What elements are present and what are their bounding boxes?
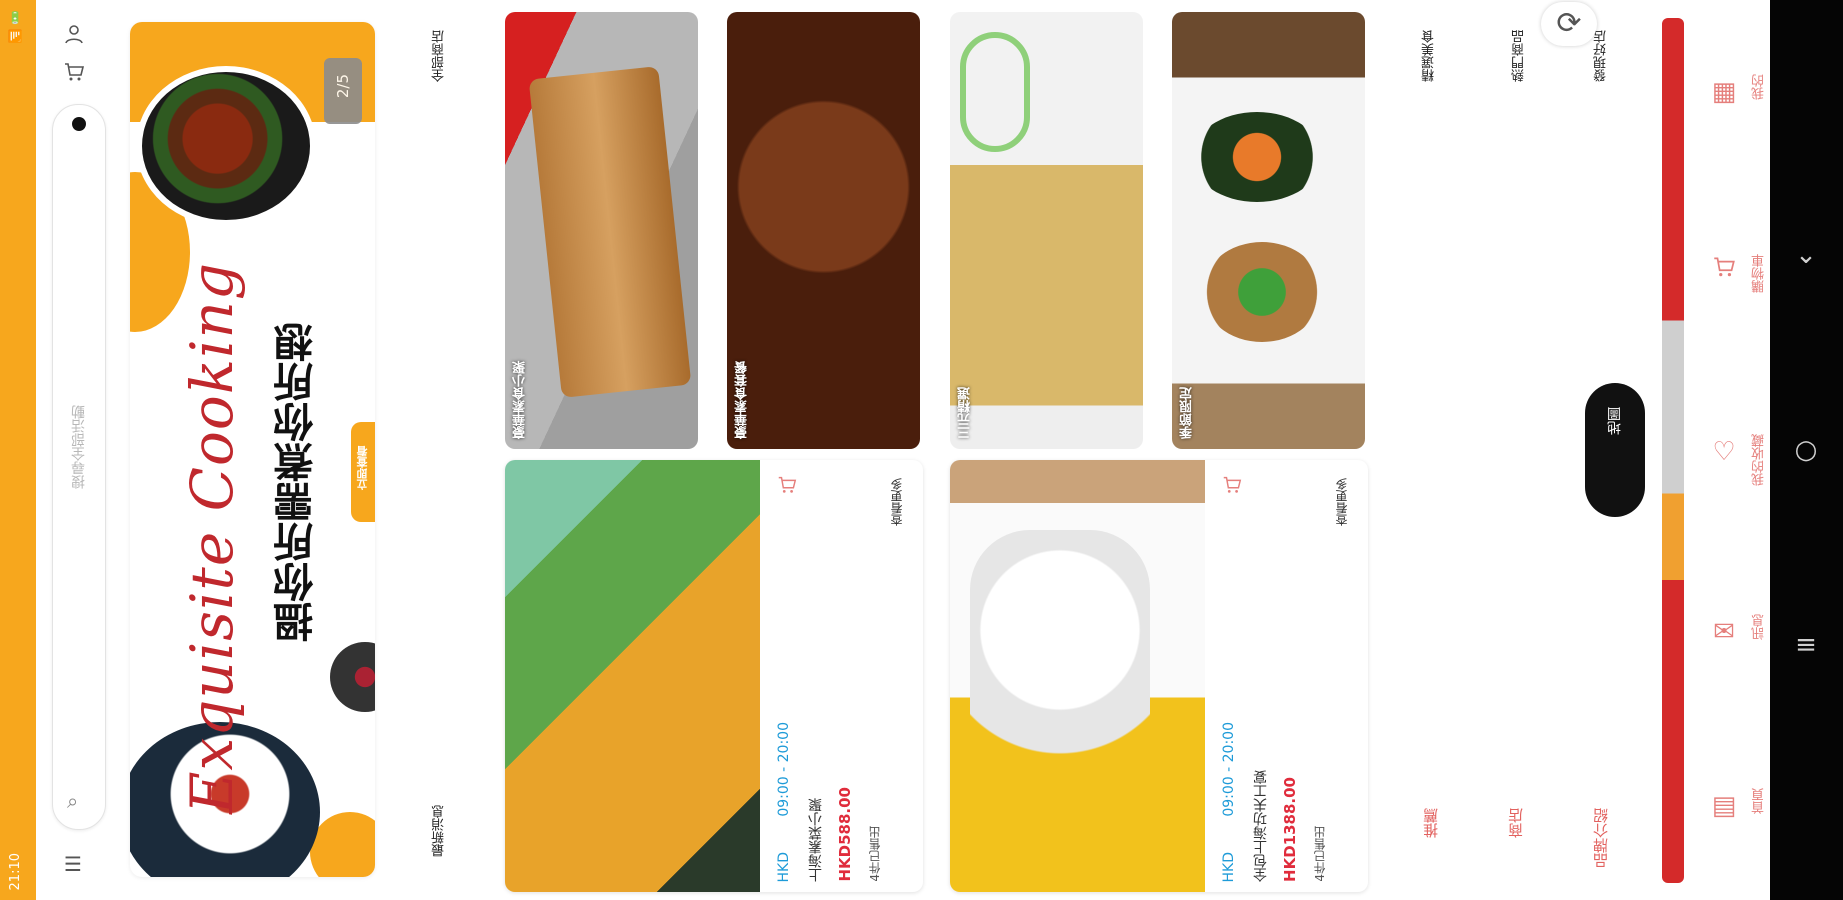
food-tile[interactable]: 豪華素食小聚	[505, 12, 698, 449]
currency-label: HKD	[776, 851, 792, 883]
profile-icon: ▦	[1711, 77, 1737, 107]
opening-hours: 09:00 - 20:00	[776, 722, 792, 817]
product-info: 查看更多 HKD 09:00 - 20:00 全包上海功夫工宴 HKD1388.…	[1205, 460, 1368, 892]
product-image	[950, 460, 1205, 892]
food-image	[136, 66, 316, 226]
search-icon[interactable]: ⌕	[67, 789, 78, 813]
cart-icon[interactable]	[62, 60, 86, 90]
product-image	[505, 460, 760, 892]
tab-messages[interactable]: ✉ 訊息	[1700, 608, 1767, 708]
section-discover[interactable]: 發現好店	[1592, 30, 1611, 82]
tile-caption: 季節限定	[1180, 387, 1195, 439]
status-time: 21:10	[8, 852, 23, 890]
section-all-shops[interactable]: 全部商店	[430, 30, 449, 82]
product-price: HKD1388.00	[1281, 777, 1299, 882]
sold-count: 4件已售出	[1313, 826, 1327, 882]
food-image	[528, 66, 692, 398]
product-price: HKD588.00	[836, 787, 854, 882]
cart-icon	[1706, 254, 1742, 290]
status-bar: 📶 🔋 21:10	[0, 0, 36, 900]
promo-banner[interactable]: Exquisite Cooking 搵你所需煮你所想 立即查看 2/5	[130, 22, 375, 877]
tile-caption: 豪華素食套餐	[735, 361, 750, 439]
banner-counter: 2/5	[324, 58, 362, 124]
banner-title-en: Exquisite Cooking	[178, 262, 246, 814]
tab-favorites[interactable]: ♡ 我的收藏	[1700, 428, 1767, 528]
banner-counter-label: 2/5	[334, 74, 352, 99]
tile-caption: 三元精選	[958, 387, 973, 439]
refresh-icon[interactable]: ⟳	[1541, 2, 1597, 46]
product-info: 查看更多 HKD 09:00 - 20:00 上海素菜小聚 HKD588.00 …	[760, 460, 923, 892]
status-icons: 📶 🔋	[8, 10, 22, 44]
bottom-tab-bar: ▤ 首頁 ✉ 訊息 ♡ 我的收藏 購物車 ▦ 我的	[1660, 18, 1770, 883]
back-icon[interactable]: ⌄	[1786, 235, 1826, 275]
tab-label: 首頁	[1752, 788, 1767, 814]
tile-caption: 豪華素食小聚	[513, 361, 528, 439]
banner-cta-button[interactable]: 立即查看	[351, 422, 375, 522]
view-more-link[interactable]: 查看更多	[1333, 478, 1350, 526]
map-button[interactable]: 地圖	[1585, 383, 1645, 517]
add-to-cart-icon[interactable]	[774, 474, 800, 500]
system-nav-bar: ⌄ ○ ≡	[1770, 0, 1843, 900]
location-icon	[72, 117, 86, 131]
banner-title-zh: 搵你所需煮你所想	[274, 322, 320, 642]
banner-accent	[310, 812, 375, 877]
tab-bar-accent	[1662, 18, 1684, 883]
product-name: 上海素菜小聚	[808, 798, 824, 882]
currency-label: HKD	[1221, 851, 1237, 883]
food-image	[330, 642, 375, 712]
search-input[interactable]: 搜尋全部活動 ⌕	[52, 104, 106, 830]
view-more-link[interactable]: 查看更多	[888, 478, 905, 526]
sold-count: 4件已售出	[868, 826, 882, 882]
home-icon: ▤	[1711, 791, 1737, 821]
search-placeholder: 搜尋全部活動	[71, 405, 87, 489]
tab-home[interactable]: ▤ 首頁	[1700, 782, 1767, 882]
product-card[interactable]: 查看更多 HKD 09:00 - 20:00 全包上海功夫工宴 HKD1388.…	[950, 460, 1368, 892]
home-button-icon[interactable]: ○	[1786, 430, 1826, 470]
add-to-cart-icon[interactable]	[1219, 474, 1245, 500]
tab-profile[interactable]: ▦ 我的	[1700, 68, 1767, 168]
food-tile[interactable]: 豪華素食套餐	[727, 12, 920, 449]
section-featured[interactable]: 精選美食	[1420, 30, 1439, 82]
section-latest: 最新消息	[432, 805, 447, 857]
food-image	[1202, 242, 1322, 342]
food-tile[interactable]: 季節限定	[1172, 12, 1365, 449]
heart-icon: ♡	[1712, 437, 1736, 467]
product-name: 全包上海功夫工宴	[1253, 770, 1269, 882]
section-recommend[interactable]: 推薦	[1420, 808, 1441, 838]
tab-cart[interactable]: 購物車	[1700, 248, 1767, 348]
tab-label: 我的收藏	[1752, 434, 1767, 486]
section-brands[interactable]: 品牌介紹	[1590, 808, 1611, 868]
food-image	[970, 530, 1150, 780]
menu-icon[interactable]: ☰	[64, 852, 82, 876]
section-shops[interactable]: 商店	[1505, 808, 1526, 838]
mail-icon: ✉	[1713, 617, 1735, 647]
tab-label: 訊息	[1752, 614, 1767, 640]
user-icon[interactable]	[62, 22, 86, 52]
product-card[interactable]: 查看更多 HKD 09:00 - 20:00 上海素菜小聚 HKD588.00 …	[505, 460, 923, 892]
tab-label: 購物車	[1752, 254, 1767, 293]
banner-cta-label: 立即查看	[356, 446, 369, 490]
map-button-label: 地圖	[1607, 407, 1623, 435]
opening-hours: 09:00 - 20:00	[1221, 722, 1237, 817]
recents-icon[interactable]: ≡	[1786, 625, 1826, 665]
food-image	[1192, 112, 1322, 202]
section-popular[interactable]: 熱門商品	[1510, 30, 1529, 82]
food-image	[960, 32, 1030, 152]
tab-label: 我的	[1752, 74, 1767, 100]
food-tile[interactable]: 三元精選	[950, 12, 1143, 449]
